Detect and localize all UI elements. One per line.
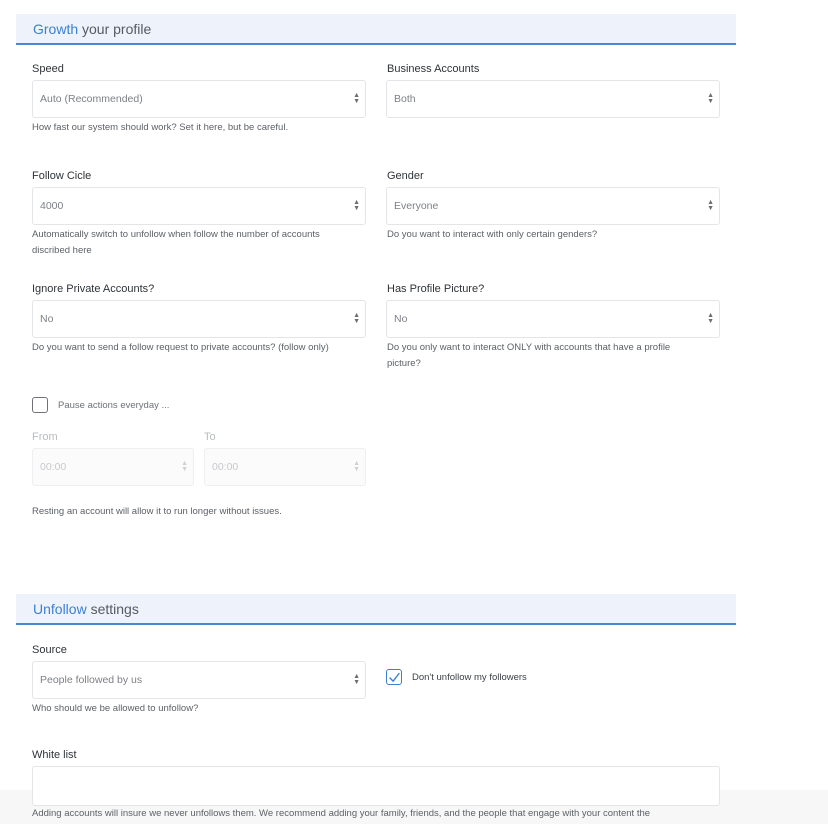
unfollow-title-accent: Unfollow bbox=[33, 601, 87, 617]
unfollow-section-header: Unfollow settings bbox=[16, 594, 736, 625]
dont-unfollow-followers-label[interactable]: Don't unfollow my followers bbox=[412, 671, 527, 685]
ignore-private-help: Do you want to send a follow request to … bbox=[32, 342, 329, 353]
business-accounts-select-value: Both bbox=[394, 93, 416, 105]
business-accounts-select[interactable]: Both ▲ ▼ bbox=[386, 80, 720, 118]
growth-title-rest: your profile bbox=[78, 21, 152, 37]
select-arrows-icon: ▲ ▼ bbox=[353, 199, 360, 212]
select-arrows-icon: ▲ ▼ bbox=[353, 460, 360, 473]
unfollow-title-rest: settings bbox=[86, 601, 139, 617]
gender-select[interactable]: Everyone ▲ ▼ bbox=[386, 187, 720, 225]
select-arrows-icon: ▲ ▼ bbox=[707, 92, 714, 105]
growth-section-header: Growth your profile bbox=[16, 14, 736, 45]
select-arrows-icon: ▲ ▼ bbox=[707, 199, 714, 212]
resting-help: Resting an account will allow it to run … bbox=[32, 506, 282, 517]
gender-help: Do you want to interact with only certai… bbox=[387, 229, 598, 240]
dont-unfollow-followers-checkbox[interactable] bbox=[386, 669, 402, 685]
speed-label: Speed bbox=[32, 63, 64, 75]
to-label: To bbox=[204, 431, 216, 443]
whitelist-help: Adding accounts will insure we never unf… bbox=[32, 808, 651, 819]
growth-title-accent: Growth bbox=[33, 21, 79, 37]
profile-picture-help-line1: Do you only want to interact ONLY with a… bbox=[387, 342, 671, 353]
to-time-select[interactable]: 00:00 ▲ ▼ bbox=[204, 448, 366, 486]
profile-picture-label: Has Profile Picture? bbox=[387, 283, 485, 295]
follow-cicle-label: Follow Cicle bbox=[32, 170, 92, 182]
select-arrows-icon: ▲ ▼ bbox=[353, 673, 360, 686]
follow-cicle-select-value: 4000 bbox=[40, 200, 64, 212]
follow-cicle-help-line2: discribed here bbox=[32, 245, 92, 256]
source-select[interactable]: People followed by us ▲ ▼ bbox=[32, 661, 366, 699]
speed-help: How fast our system should work? Set it … bbox=[32, 122, 289, 133]
select-arrows-icon: ▲ ▼ bbox=[353, 92, 360, 105]
select-arrows-icon: ▲ ▼ bbox=[707, 312, 714, 325]
source-help: Who should we be allowed to unfollow? bbox=[32, 703, 199, 714]
from-time-select[interactable]: 00:00 ▲ ▼ bbox=[32, 448, 194, 486]
business-accounts-label: Business Accounts bbox=[387, 63, 480, 75]
checkmark-icon bbox=[389, 672, 400, 682]
source-label: Source bbox=[32, 644, 67, 656]
pause-actions-label[interactable]: Pause actions everyday ... bbox=[58, 399, 169, 413]
profile-picture-help-line2: picture? bbox=[387, 358, 421, 369]
profile-picture-select-value: No bbox=[394, 313, 408, 325]
profile-picture-select[interactable]: No ▲ ▼ bbox=[386, 300, 720, 338]
source-select-value: People followed by us bbox=[40, 674, 143, 686]
speed-select-value: Auto (Recommended) bbox=[40, 93, 143, 105]
pause-actions-checkbox[interactable] bbox=[32, 397, 48, 413]
follow-cicle-select[interactable]: 4000 ▲ ▼ bbox=[32, 187, 366, 225]
whitelist-textarea[interactable] bbox=[32, 766, 720, 806]
to-time-value: 00:00 bbox=[212, 461, 239, 473]
from-time-value: 00:00 bbox=[40, 461, 67, 473]
from-label: From bbox=[32, 431, 58, 443]
follow-cicle-help-line1: Automatically switch to unfollow when fo… bbox=[32, 229, 320, 240]
speed-select[interactable]: Auto (Recommended) ▲ ▼ bbox=[32, 80, 366, 118]
select-arrows-icon: ▲ ▼ bbox=[353, 312, 360, 325]
gender-label: Gender bbox=[387, 170, 424, 182]
ignore-private-select-value: No bbox=[40, 313, 54, 325]
select-arrows-icon: ▲ ▼ bbox=[181, 460, 188, 473]
whitelist-label: White list bbox=[32, 749, 77, 761]
gender-select-value: Everyone bbox=[394, 200, 439, 212]
ignore-private-label: Ignore Private Accounts? bbox=[32, 283, 155, 295]
ignore-private-select[interactable]: No ▲ ▼ bbox=[32, 300, 366, 338]
